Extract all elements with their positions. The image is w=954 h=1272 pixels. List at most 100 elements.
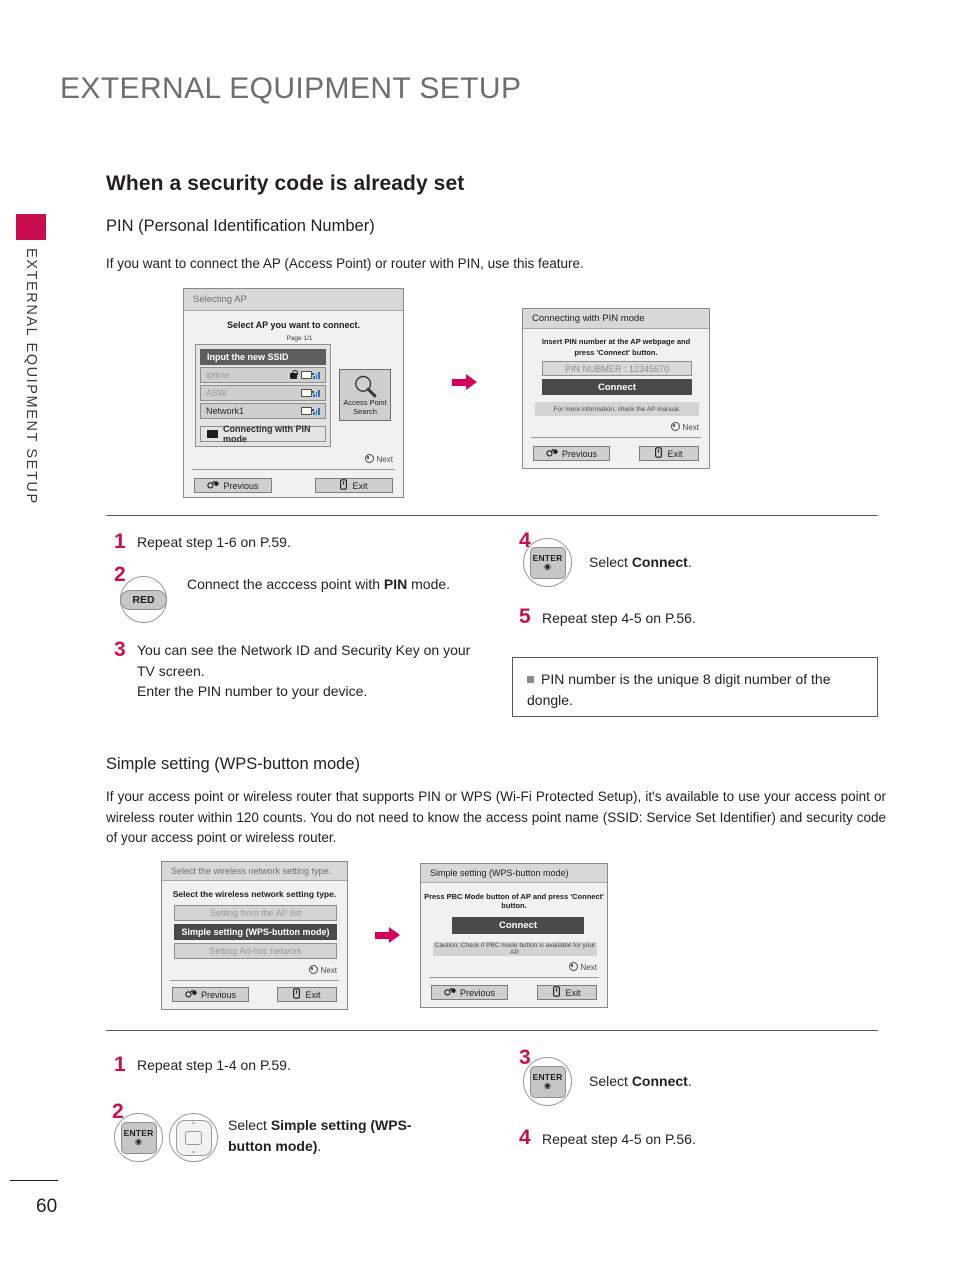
option-simple-setting-wps[interactable]: Simple setting (WPS-button mode) bbox=[174, 924, 337, 940]
exit-button[interactable]: Exit bbox=[315, 478, 393, 493]
exit-button[interactable]: Exit bbox=[277, 987, 337, 1002]
battery-icon bbox=[301, 389, 315, 397]
ap-item-status-icons bbox=[301, 407, 320, 415]
section-intro-text: If you want to connect the AP (Access Po… bbox=[106, 256, 584, 271]
enter-key: ENTER ◉ bbox=[120, 1121, 157, 1154]
previous-icon bbox=[444, 987, 456, 998]
red-key-label: RED bbox=[120, 589, 167, 610]
screen-divider bbox=[192, 469, 395, 470]
sidebar-chapter-text: EXTERNAL EQUIPMENT SETUP bbox=[23, 248, 39, 505]
exit-button[interactable]: Exit bbox=[639, 446, 699, 461]
option-setting-from-ap-list[interactable]: Setting from the AP list bbox=[174, 905, 337, 921]
note-text: PIN number is the unique 8 digit number … bbox=[527, 669, 863, 711]
wps-step-number-1: 1 bbox=[114, 1053, 126, 1076]
step2-text-after: mode. bbox=[407, 576, 451, 592]
screen-title-bar: Select the wireless network setting type… bbox=[162, 862, 347, 881]
screen-subtitle: Select AP you want to connect. bbox=[226, 320, 361, 330]
enter-key: ENTER ◉ bbox=[529, 546, 566, 579]
connect-button[interactable]: Connect bbox=[542, 379, 692, 395]
next-dot-icon bbox=[308, 965, 318, 974]
screen-title-bar: Simple setting (WPS-button mode) bbox=[421, 864, 607, 883]
ap-item-status-icons bbox=[290, 369, 320, 379]
bullet-square-icon bbox=[527, 676, 534, 683]
signal-bars-icon bbox=[313, 372, 320, 379]
wps-step-text-3: Select Connect. bbox=[589, 1071, 869, 1092]
step4-text-before: Select bbox=[589, 554, 632, 570]
step2-bold: PIN bbox=[383, 576, 408, 592]
step4-bold: Connect bbox=[631, 554, 688, 570]
ap-item-iptime[interactable]: iptime bbox=[200, 367, 326, 383]
note-content: PIN number is the unique 8 digit number … bbox=[527, 671, 831, 708]
previous-label: Previous bbox=[223, 480, 259, 491]
screen-network-setting-type: Select the wireless network setting type… bbox=[161, 861, 348, 1010]
previous-icon bbox=[546, 448, 558, 459]
screen-subtitle: Select the wireless network setting type… bbox=[172, 889, 337, 899]
step-text-2: Connect the acccess point with PIN mode. bbox=[187, 574, 467, 595]
enter-key-circle-wps[interactable]: ENTER ◉ bbox=[114, 1113, 163, 1162]
next-indicator: Next bbox=[364, 454, 393, 464]
ap-list: Input the new SSID iptime ASW Network1 C… bbox=[195, 344, 331, 447]
ap-item-new-ssid[interactable]: Input the new SSID bbox=[200, 349, 326, 365]
previous-button[interactable]: Previous bbox=[431, 985, 508, 1000]
ap-item-label: ASW bbox=[206, 388, 227, 398]
manual-page: EXTERNAL EQUIPMENT SETUP EXTERNAL EQUIPM… bbox=[0, 0, 954, 1272]
screen-wps-simple-setting: Simple setting (WPS-button mode) Press P… bbox=[420, 863, 608, 1008]
wps-section-intro: If your access point or wireless router … bbox=[106, 789, 886, 845]
lock-icon bbox=[290, 369, 298, 379]
info-note: For more information, check the AP manua… bbox=[535, 402, 699, 416]
connect-button[interactable]: Connect bbox=[452, 917, 584, 934]
ap-item-asw[interactable]: ASW bbox=[200, 385, 326, 401]
screen-divider bbox=[531, 437, 701, 438]
wps-step2-bold1: Simple setting (WPS- bbox=[270, 1117, 412, 1133]
ap-item-label: Connecting with PIN mode bbox=[222, 424, 311, 444]
caution-note: Caution: Check if PBC mode button is ava… bbox=[433, 942, 597, 956]
section-divider-1 bbox=[106, 515, 878, 516]
enter-key-circle-4[interactable]: ENTER ◉ bbox=[523, 538, 572, 587]
previous-button[interactable]: Previous bbox=[533, 446, 610, 461]
navigation-key-circle[interactable]: ⌃ ⌄ bbox=[169, 1113, 218, 1162]
enter-key-mark: ◉ bbox=[544, 1081, 551, 1091]
previous-icon bbox=[185, 989, 197, 1000]
chevron-up-icon: ⌃ bbox=[190, 1120, 197, 1130]
exit-button[interactable]: Exit bbox=[537, 985, 597, 1000]
exit-label: Exit bbox=[565, 987, 581, 998]
next-indicator: Next bbox=[568, 962, 597, 972]
enter-key-label: ENTER bbox=[532, 552, 563, 563]
screen-title: Connecting with PIN mode bbox=[532, 313, 645, 324]
screen-pin-mode: Connecting with PIN mode Insert PIN numb… bbox=[522, 308, 710, 469]
step-number-2: 2 bbox=[114, 563, 126, 586]
enter-key-label: ENTER bbox=[532, 1071, 563, 1082]
exit-icon bbox=[655, 446, 663, 461]
enter-key-circle-3[interactable]: ENTER ◉ bbox=[523, 1057, 572, 1106]
step-text-1: Repeat step 1-6 on P.59. bbox=[137, 534, 291, 550]
step3-line2: Enter the PIN number to your device. bbox=[137, 683, 368, 699]
previous-icon bbox=[207, 480, 220, 491]
option-setting-adhoc[interactable]: Setting Ad-hoc network bbox=[174, 943, 337, 959]
flow-arrow-1 bbox=[452, 374, 477, 390]
step2-text-before: Connect the acccess point with bbox=[187, 576, 384, 592]
screen-title-bar: Connecting with PIN mode bbox=[523, 309, 709, 329]
previous-label: Previous bbox=[200, 989, 236, 1000]
note-box: PIN number is the unique 8 digit number … bbox=[512, 657, 878, 717]
previous-button[interactable]: Previous bbox=[194, 478, 272, 493]
ap-item-network1[interactable]: Network1 bbox=[200, 403, 326, 419]
flow-arrow-2 bbox=[375, 927, 400, 943]
access-point-search-button[interactable]: Access Point Search bbox=[339, 369, 391, 421]
exit-icon bbox=[340, 478, 348, 493]
pin-number-field: PIN NUBMER : 12345670 bbox=[542, 361, 692, 376]
step-text-4: Select Connect. bbox=[589, 552, 869, 573]
red-key-circle[interactable]: RED bbox=[120, 576, 167, 623]
section-heading: When a security code is already set bbox=[106, 172, 465, 195]
previous-button[interactable]: Previous bbox=[172, 987, 249, 1002]
next-indicator: Next bbox=[308, 965, 337, 975]
battery-icon bbox=[301, 407, 315, 415]
screen-title-bar: Selecting AP bbox=[184, 289, 403, 311]
section-divider-2 bbox=[106, 1030, 878, 1031]
page-number: 60 bbox=[36, 1196, 58, 1217]
ap-item-pin-mode[interactable]: Connecting with PIN mode bbox=[200, 424, 326, 444]
nav-pad: ⌃ ⌄ bbox=[175, 1119, 212, 1156]
previous-label: Previous bbox=[561, 448, 597, 459]
enter-key-mark: ◉ bbox=[544, 562, 551, 572]
ap-item-label: Input the new SSID bbox=[207, 352, 289, 362]
exit-label: Exit bbox=[667, 448, 683, 459]
